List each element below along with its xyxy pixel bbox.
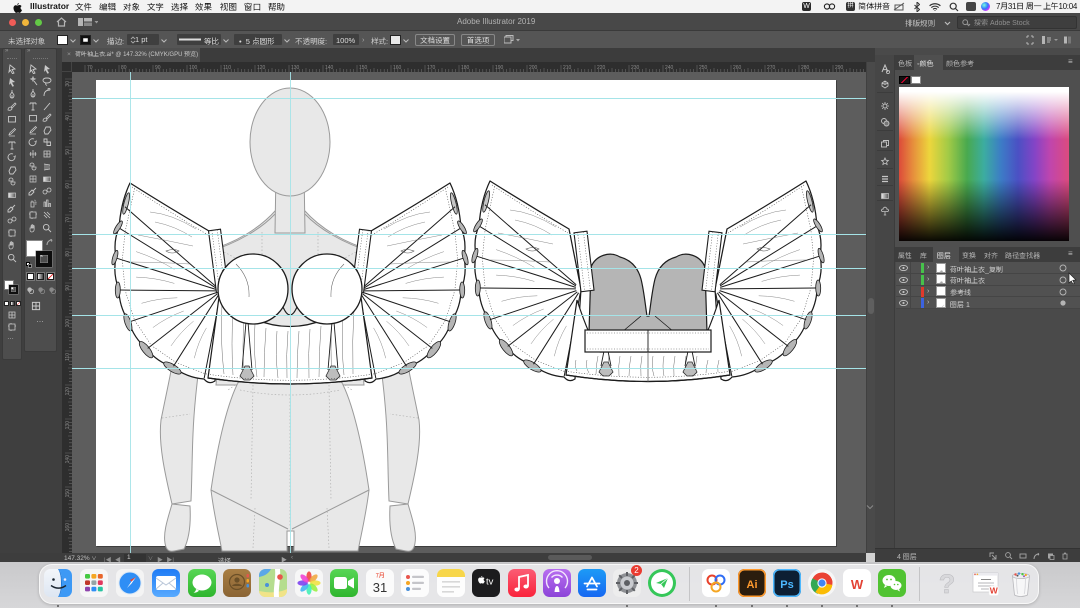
- svg-text:tv: tv: [486, 577, 494, 588]
- svg-text:31: 31: [373, 580, 387, 595]
- svg-text:120: 120: [65, 387, 71, 396]
- svg-text:150: 150: [65, 489, 71, 498]
- svg-text:110: 110: [65, 353, 71, 361]
- svg-text:80: 80: [121, 65, 127, 71]
- svg-text:210: 210: [563, 65, 572, 71]
- svg-text:70: 70: [87, 65, 93, 71]
- svg-text:7月: 7月: [375, 571, 384, 580]
- svg-text:130: 130: [291, 65, 300, 71]
- svg-text:110: 110: [223, 65, 231, 71]
- svg-text:100: 100: [189, 65, 198, 71]
- svg-text:170: 170: [427, 65, 436, 71]
- svg-text:50: 50: [65, 149, 71, 155]
- svg-text:180: 180: [461, 65, 470, 71]
- svg-text:120: 120: [257, 65, 266, 71]
- svg-text:70: 70: [65, 217, 71, 223]
- svg-text:90: 90: [65, 285, 71, 291]
- svg-text:190: 190: [495, 65, 504, 71]
- svg-text:260: 260: [733, 65, 742, 71]
- svg-text:?: ?: [939, 569, 956, 597]
- svg-text:90: 90: [155, 65, 161, 71]
- svg-text:130: 130: [65, 421, 71, 430]
- svg-text:160: 160: [65, 523, 71, 532]
- svg-text:150: 150: [359, 65, 368, 71]
- svg-text:280: 280: [801, 65, 810, 71]
- svg-text:W: W: [990, 586, 999, 596]
- svg-text:30: 30: [65, 81, 71, 87]
- svg-text:270: 270: [767, 65, 776, 71]
- svg-text:60: 60: [65, 183, 71, 189]
- svg-text:290: 290: [835, 65, 844, 71]
- svg-text:Ai: Ai: [747, 579, 758, 591]
- svg-text:140: 140: [65, 455, 71, 464]
- svg-text:220: 220: [597, 65, 606, 71]
- svg-text:40: 40: [65, 115, 71, 121]
- svg-text:160: 160: [393, 65, 402, 71]
- svg-text:140: 140: [325, 65, 334, 71]
- svg-text:100: 100: [65, 319, 71, 328]
- svg-text:230: 230: [631, 65, 640, 71]
- svg-text:240: 240: [665, 65, 674, 71]
- svg-text:200: 200: [529, 65, 538, 71]
- svg-text:250: 250: [699, 65, 708, 71]
- svg-text:Ps: Ps: [780, 579, 793, 591]
- svg-text:W: W: [851, 577, 864, 592]
- svg-text:80: 80: [65, 251, 71, 257]
